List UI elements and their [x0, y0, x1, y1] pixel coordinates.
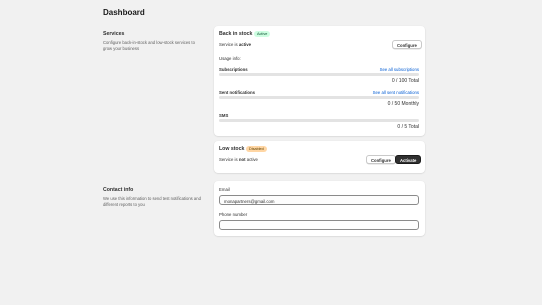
page-title: Dashboard	[103, 8, 145, 17]
service-status-prefix: Service is	[219, 157, 238, 162]
low-stock-title: Low stock	[219, 146, 245, 152]
back-in-stock-service-status: Service is active	[219, 42, 251, 47]
service-status-suffix: active	[246, 157, 258, 162]
see-all-sent-notifications-link[interactable]: See all sent notifications	[373, 90, 419, 95]
subscriptions-label: Subscriptions	[219, 67, 248, 72]
service-status-prefix: Service is	[219, 42, 238, 47]
phone-number-label: Phone number	[219, 212, 248, 217]
services-section-title: Services	[103, 31, 125, 37]
back-in-stock-configure-button[interactable]: Configure	[392, 40, 422, 49]
sms-label: SMS	[219, 113, 229, 118]
low-stock-service-status: Service is not active	[219, 157, 258, 162]
subscriptions-progress-bar	[219, 73, 419, 76]
sent-notifications-label: Sent notifications	[219, 90, 256, 95]
back-in-stock-title: Back in stock	[219, 31, 253, 37]
email-field-value: monapartners@gmail.com	[224, 198, 275, 204]
see-all-subscriptions-link[interactable]: See all subscriptions	[380, 67, 419, 72]
activate-button[interactable]: Activate	[395, 155, 422, 164]
subscriptions-count: 0 / 100 Total	[391, 78, 419, 84]
email-label: Email	[219, 187, 230, 192]
contact-section-description: We use this information to send test not…	[103, 196, 201, 208]
service-status-value: not	[238, 157, 246, 162]
contact-section-title: Contact info	[103, 187, 134, 193]
phone-number-field[interactable]	[219, 220, 419, 230]
sent-notifications-progress-bar	[219, 96, 419, 99]
sms-count: 0 / 5 Total	[397, 124, 419, 130]
disabled-status-badge: Disabled	[246, 145, 267, 152]
usage-info-label: Usage info:	[219, 56, 241, 61]
email-field[interactable]: monapartners@gmail.com	[219, 195, 419, 205]
low-stock-configure-button[interactable]: Configure	[366, 155, 396, 164]
service-status-value: active	[238, 42, 252, 47]
services-section-description: Configure back-in-stock and low-stock se…	[103, 40, 195, 52]
active-status-badge: Active	[254, 30, 271, 37]
sent-notifications-count: 0 / 50 Monthly	[387, 101, 419, 107]
sms-progress-bar	[219, 119, 419, 122]
